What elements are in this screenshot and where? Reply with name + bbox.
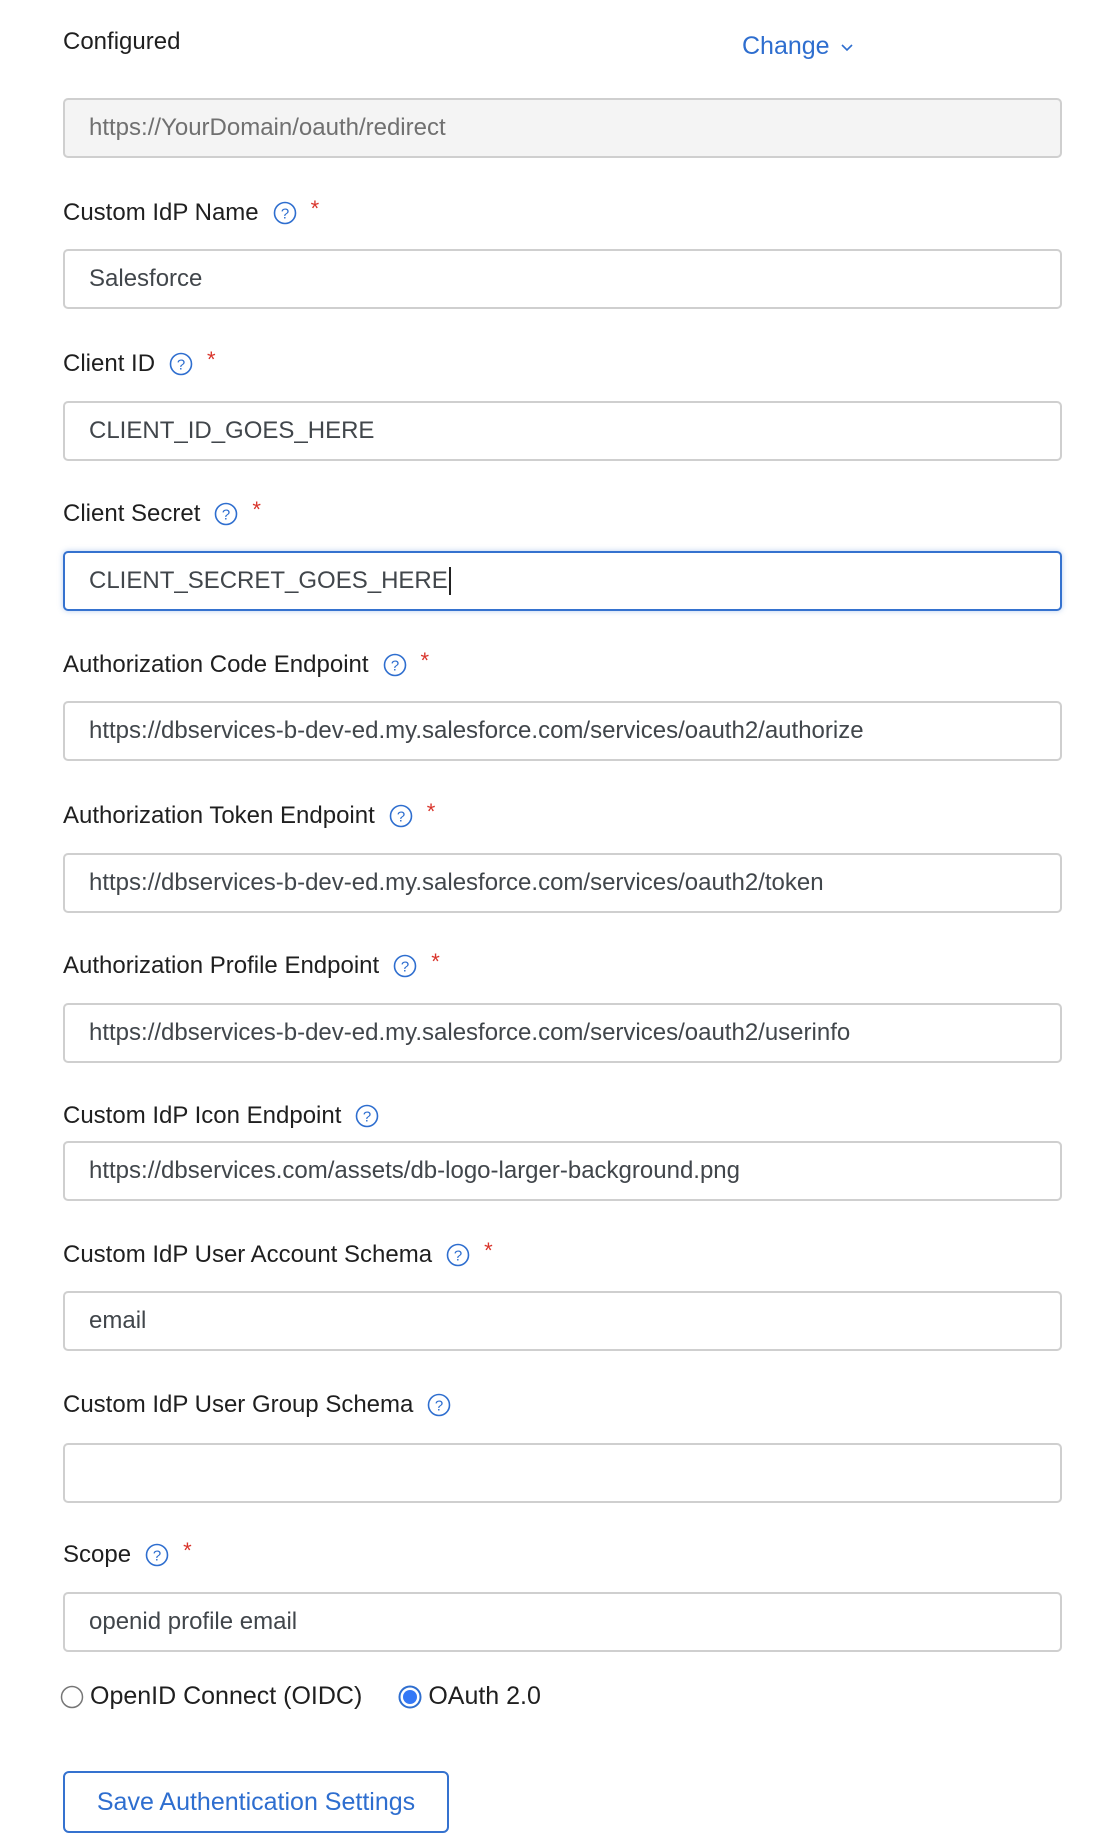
help-icon[interactable]: ? xyxy=(393,954,417,978)
field-label: Scope xyxy=(63,1541,132,1568)
redirect-url-value: https://YourDomain/oauth/redirect xyxy=(89,114,446,141)
field-label: Custom IdP Icon Endpoint xyxy=(63,1102,342,1129)
field-label: Custom IdP User Account Schema xyxy=(63,1241,433,1268)
custom-idp-name-input[interactable]: Salesforce xyxy=(63,249,1062,309)
label-client-id: Client ID ? * xyxy=(63,347,216,379)
svg-text:?: ? xyxy=(397,809,405,826)
radio-label: OpenID Connect (OIDC) xyxy=(90,1682,363,1710)
save-authentication-settings-button[interactable]: Save Authentication Settings xyxy=(63,1771,449,1833)
help-icon[interactable]: ? xyxy=(389,804,413,828)
required-marker: * xyxy=(183,1538,192,1563)
field-label: Authorization Token Endpoint xyxy=(63,802,375,829)
change-label: Change xyxy=(742,32,830,60)
user-account-schema-input[interactable]: email xyxy=(63,1291,1062,1351)
input-value: CLIENT_ID_GOES_HERE xyxy=(89,417,375,444)
input-value: CLIENT_SECRET_GOES_HERE xyxy=(89,567,448,594)
client-secret-input[interactable]: CLIENT_SECRET_GOES_HERE xyxy=(63,551,1062,611)
authorization-code-endpoint-input[interactable]: https://dbservices-b-dev-ed.my.salesforc… xyxy=(63,701,1062,761)
radio-label: OAuth 2.0 xyxy=(428,1682,541,1710)
required-marker: * xyxy=(207,347,216,372)
svg-text:?: ? xyxy=(222,507,230,524)
required-marker: * xyxy=(426,799,436,824)
label-authorization-profile-endpoint: Authorization Profile Endpoint ? * xyxy=(63,949,440,981)
field-label: Custom IdP User Group Schema xyxy=(63,1391,414,1418)
help-icon[interactable]: ? xyxy=(355,1104,379,1128)
help-icon[interactable]: ? xyxy=(446,1243,470,1267)
client-id-input[interactable]: CLIENT_ID_GOES_HERE xyxy=(63,401,1062,461)
chevron-down-icon xyxy=(841,43,853,51)
svg-text:?: ? xyxy=(153,1548,161,1565)
help-icon[interactable]: ? xyxy=(427,1393,451,1417)
required-marker: * xyxy=(420,648,430,673)
help-icon[interactable]: ? xyxy=(383,653,407,677)
input-value: https://dbservices-b-dev-ed.my.salesforc… xyxy=(89,717,864,744)
help-icon[interactable]: ? xyxy=(273,201,297,225)
field-label: Client ID xyxy=(63,350,156,377)
input-value: Salesforce xyxy=(89,265,203,292)
protocol-radio-group: OpenID Connect (OIDC) OAuth 2.0 xyxy=(60,1682,541,1711)
text-cursor xyxy=(448,567,451,595)
radio-checked-icon[interactable] xyxy=(398,1685,422,1709)
required-marker: * xyxy=(310,196,320,221)
svg-text:?: ? xyxy=(454,1248,462,1265)
svg-text:?: ? xyxy=(363,1109,371,1126)
authorization-token-endpoint-input[interactable]: https://dbservices-b-dev-ed.my.salesforc… xyxy=(63,853,1062,913)
field-label: Custom IdP Name xyxy=(63,199,259,226)
custom-idp-icon-endpoint-input[interactable]: https://dbservices.com/assets/db-logo-la… xyxy=(63,1141,1062,1201)
label-user-account-schema: Custom IdP User Account Schema ? * xyxy=(63,1238,493,1270)
help-icon[interactable]: ? xyxy=(145,1543,169,1567)
redirect-url-field[interactable]: https://YourDomain/oauth/redirect xyxy=(63,98,1062,158)
svg-text:?: ? xyxy=(435,1398,443,1415)
user-group-schema-input[interactable] xyxy=(63,1443,1062,1503)
change-dropdown-button[interactable]: Change xyxy=(742,32,854,61)
help-icon[interactable]: ? xyxy=(214,502,238,526)
required-marker: * xyxy=(252,497,261,522)
label-client-secret: Client Secret ? * xyxy=(63,497,261,529)
input-value: https://dbservices-b-dev-ed.my.salesforc… xyxy=(89,869,824,896)
svg-text:?: ? xyxy=(280,206,288,223)
required-marker: * xyxy=(484,1238,493,1263)
scope-input[interactable]: openid profile email xyxy=(63,1592,1062,1652)
input-value: email xyxy=(89,1307,147,1334)
configured-status: Configured xyxy=(63,28,181,55)
radio-oidc[interactable]: OpenID Connect (OIDC) xyxy=(60,1682,362,1711)
label-authorization-token-endpoint: Authorization Token Endpoint ? * xyxy=(63,799,436,831)
field-label: Authorization Code Endpoint xyxy=(63,651,369,678)
label-authorization-code-endpoint: Authorization Code Endpoint ? * xyxy=(63,648,430,680)
radio-unchecked-icon[interactable] xyxy=(60,1685,84,1709)
input-value: https://dbservices-b-dev-ed.my.salesforc… xyxy=(89,1019,851,1046)
label-custom-idp-name: Custom IdP Name ? * xyxy=(63,196,320,228)
label-custom-idp-icon-endpoint: Custom IdP Icon Endpoint ? xyxy=(63,1101,379,1131)
label-scope: Scope ? * xyxy=(63,1538,192,1570)
input-value: https://dbservices.com/assets/db-logo-la… xyxy=(89,1157,740,1184)
field-label: Authorization Profile Endpoint xyxy=(63,952,380,979)
label-user-group-schema: Custom IdP User Group Schema ? xyxy=(63,1390,451,1420)
svg-text:?: ? xyxy=(401,959,409,976)
help-icon[interactable]: ? xyxy=(169,352,193,376)
svg-text:?: ? xyxy=(390,658,398,675)
authorization-profile-endpoint-input[interactable]: https://dbservices-b-dev-ed.my.salesforc… xyxy=(63,1003,1062,1063)
input-value: openid profile email xyxy=(89,1608,298,1635)
svg-text:?: ? xyxy=(177,357,185,374)
radio-oauth2[interactable]: OAuth 2.0 xyxy=(398,1682,541,1711)
required-marker: * xyxy=(431,949,440,974)
field-label: Client Secret xyxy=(63,500,201,527)
